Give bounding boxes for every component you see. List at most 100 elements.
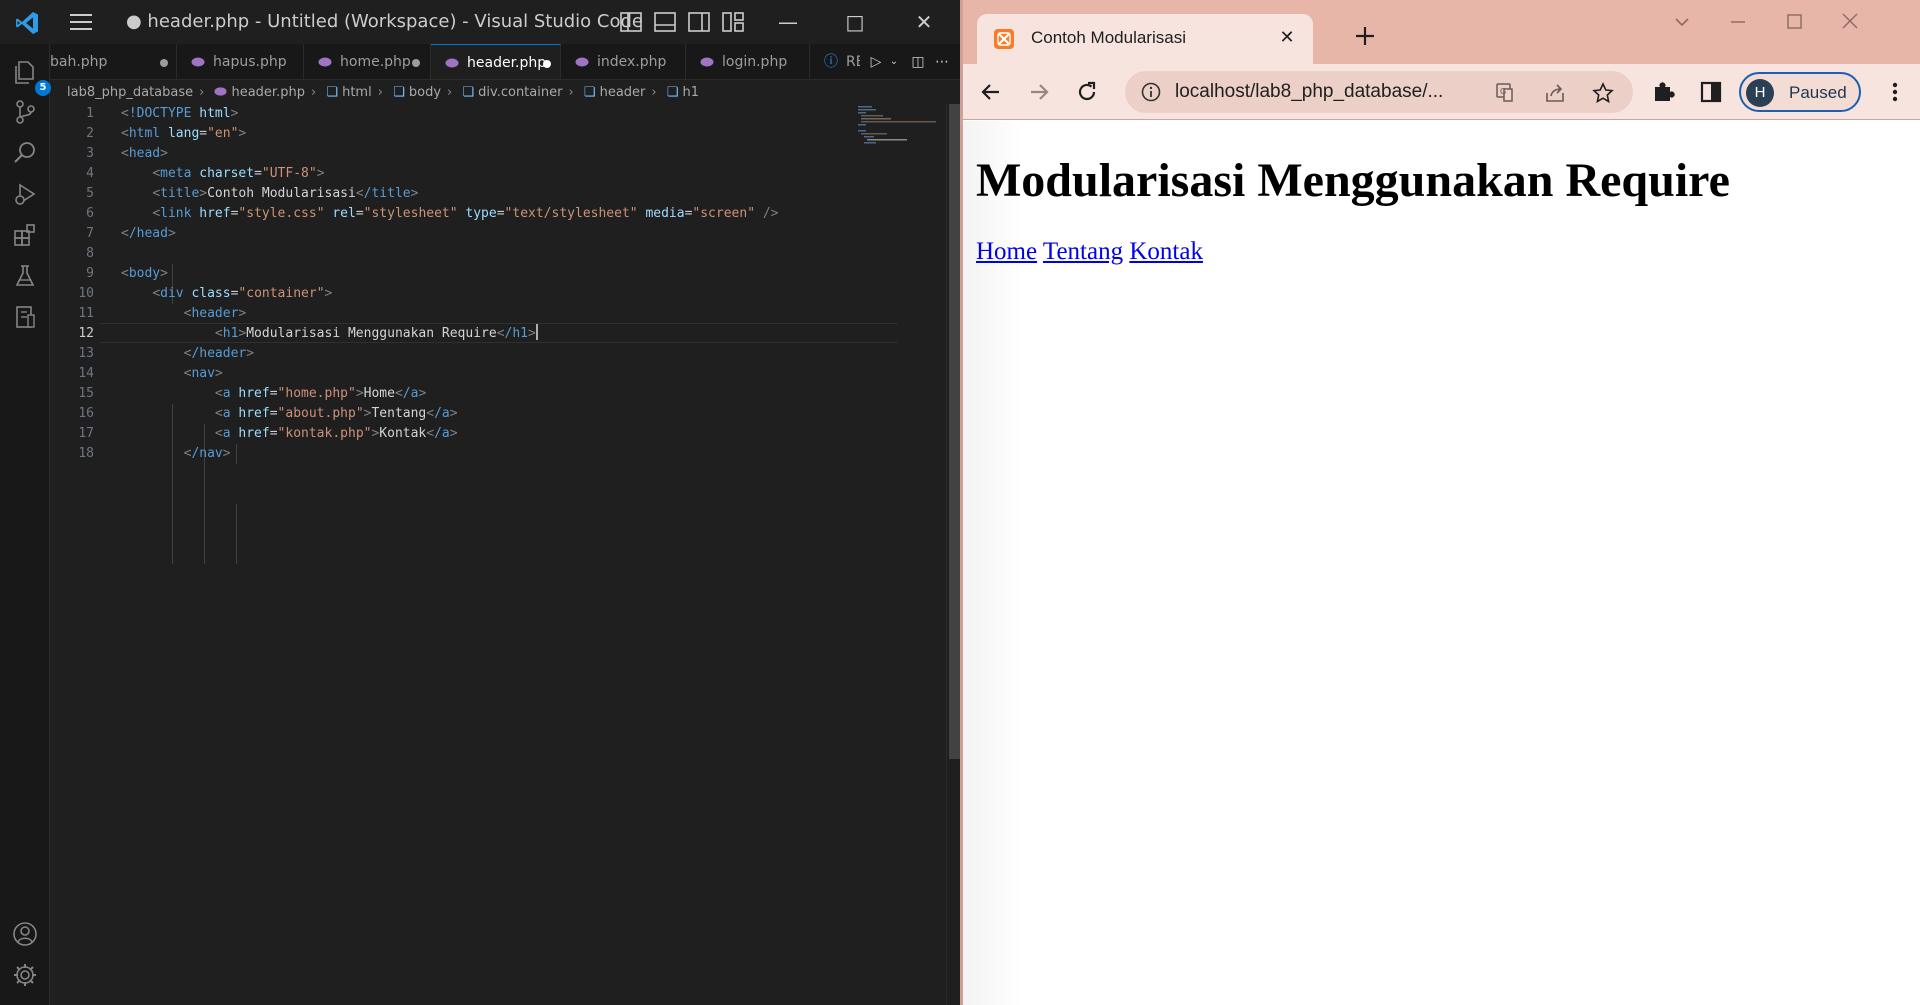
- hamburger-menu-icon[interactable]: [70, 14, 92, 30]
- nav-link-kontak[interactable]: Kontak: [1129, 238, 1203, 265]
- line-number: 16: [78, 406, 94, 421]
- tab-header-php[interactable]: header.php: [431, 44, 561, 79]
- tab-login-php[interactable]: login.php: [686, 44, 810, 79]
- minimize-icon[interactable]: —: [776, 10, 800, 34]
- code-line: 15 <a href="home.php">Home</a>: [50, 384, 850, 404]
- symbol-element-icon: ❏: [583, 85, 596, 100]
- code-token: /nav: [191, 446, 223, 461]
- tab-label: login.php: [722, 54, 788, 70]
- kebab-menu-icon[interactable]: [1881, 78, 1909, 106]
- maximize-icon[interactable]: [1781, 10, 1807, 34]
- minimap[interactable]: [856, 104, 946, 144]
- code-token: href: [238, 406, 270, 421]
- translate-icon[interactable]: G: [1495, 81, 1519, 105]
- php-file-icon: [575, 57, 589, 67]
- run-debug-icon[interactable]: [11, 180, 39, 208]
- code-token: a: [222, 426, 231, 441]
- new-tab-plus-icon[interactable]: [1353, 24, 1377, 48]
- tab-label: header.php: [467, 55, 547, 71]
- code-token: !DOCTYPE: [128, 106, 192, 121]
- nav-link-home[interactable]: Home: [976, 238, 1037, 265]
- explorer-icon[interactable]: 5: [11, 58, 51, 96]
- code-line: 3 <head>: [50, 144, 850, 164]
- breadcrumb-folder[interactable]: lab8_php_database: [67, 82, 193, 104]
- toggle-primary-sidebar-icon[interactable]: [620, 12, 642, 32]
- code-token: nav: [191, 366, 215, 381]
- maximize-icon[interactable]: □: [843, 10, 867, 34]
- browser-tab-strip: Contoh Modularisasi ✕: [963, 0, 1920, 64]
- profile-button[interactable]: H Paused: [1739, 72, 1861, 112]
- code-token: href: [238, 386, 270, 401]
- breadcrumb-div-container[interactable]: div.container: [478, 82, 562, 104]
- breadcrumb-h1[interactable]: h1: [683, 82, 700, 104]
- search-icon[interactable]: [11, 139, 39, 167]
- accounts-icon[interactable]: [11, 920, 39, 948]
- share-icon[interactable]: [1543, 81, 1567, 105]
- code-token: header: [191, 306, 239, 321]
- close-icon[interactable]: [1837, 10, 1863, 34]
- text-cursor: [535, 324, 538, 340]
- customize-layout-icon[interactable]: [722, 12, 744, 32]
- indent-guide: [236, 504, 237, 564]
- minimize-icon[interactable]: [1725, 10, 1751, 34]
- code-token: html: [128, 126, 161, 141]
- code-line: 1 <!DOCTYPE html>: [50, 104, 850, 124]
- code-token: title: [160, 186, 200, 201]
- manage-gear-icon[interactable]: [11, 961, 39, 989]
- browser-toolbar: localhost/lab8_php_database/... G H Paus…: [963, 64, 1920, 120]
- code-editor[interactable]: 1 <!DOCTYPE html> 2 <html lang="en"> 3 <hea…: [50, 104, 946, 1005]
- code-token: /a: [434, 426, 450, 441]
- line-number: 14: [78, 366, 94, 381]
- line-number: 3: [86, 146, 94, 161]
- split-editor-icon[interactable]: ◫: [908, 52, 928, 72]
- nav-link-tentang[interactable]: Tentang: [1043, 238, 1123, 265]
- scrollbar-thumb[interactable]: [949, 104, 960, 759]
- code-token: "home.php": [277, 386, 356, 401]
- run-play-icon[interactable]: ▷: [866, 52, 886, 72]
- tab-label: home.php: [340, 54, 411, 70]
- reload-icon[interactable]: [1073, 78, 1101, 106]
- close-icon[interactable]: ✕: [912, 10, 936, 34]
- code-token: body: [128, 266, 161, 281]
- tab-index-php[interactable]: index.php: [561, 44, 686, 79]
- tab-hapus-php[interactable]: hapus.php: [177, 44, 304, 79]
- line-number: 18: [78, 446, 94, 461]
- toggle-panel-icon[interactable]: [654, 12, 676, 32]
- back-arrow-icon[interactable]: [977, 78, 1005, 106]
- site-info-icon[interactable]: [1141, 82, 1161, 102]
- editor-scrollbar[interactable]: [946, 104, 960, 1005]
- tab-bah-php[interactable]: bah.php: [50, 44, 177, 79]
- bookmark-star-icon[interactable]: [1591, 81, 1615, 105]
- code-line: 2 <html lang="en">: [50, 124, 850, 144]
- more-actions-icon[interactable]: ⋯: [932, 52, 952, 72]
- tab-home-php[interactable]: home.php: [304, 44, 431, 79]
- extensions-icon[interactable]: [11, 221, 39, 249]
- php-file-icon: [318, 57, 332, 67]
- url-text: localhost/lab8_php_database/...: [1175, 81, 1444, 102]
- browser-tab[interactable]: Contoh Modularisasi ✕: [977, 14, 1313, 64]
- side-panel-icon[interactable]: [1697, 78, 1725, 106]
- testing-icon[interactable]: [11, 262, 39, 290]
- search-tabs-chevron-icon[interactable]: [1669, 10, 1695, 34]
- forward-arrow-icon[interactable]: [1025, 78, 1053, 106]
- run-dropdown-chevron-icon[interactable]: ⌄: [884, 52, 904, 72]
- line-number: 15: [78, 386, 94, 401]
- address-bar[interactable]: localhost/lab8_php_database/... G: [1125, 71, 1633, 113]
- explorer-badge: 5: [35, 80, 51, 96]
- breadcrumb-header[interactable]: header: [600, 82, 646, 104]
- breadcrumb-file[interactable]: header.php: [231, 82, 304, 104]
- breadcrumb-body[interactable]: body: [409, 82, 441, 104]
- code-token: "style.css": [238, 206, 325, 221]
- remote-explorer-icon[interactable]: [11, 303, 39, 331]
- code-line: 7 </head>: [50, 224, 850, 244]
- code-token: h1: [222, 326, 239, 341]
- code-token: meta: [160, 166, 192, 181]
- toggle-secondary-sidebar-icon[interactable]: [688, 12, 710, 32]
- breadcrumb-html[interactable]: html: [342, 82, 372, 104]
- extensions-puzzle-icon[interactable]: [1649, 78, 1677, 106]
- source-control-icon[interactable]: [11, 98, 39, 126]
- code-line: 4 <meta charset="UTF-8">: [50, 164, 850, 184]
- tab-close-icon[interactable]: ✕: [1275, 26, 1299, 50]
- code-token: html: [199, 106, 231, 121]
- chevron-right-icon: ›: [651, 85, 657, 100]
